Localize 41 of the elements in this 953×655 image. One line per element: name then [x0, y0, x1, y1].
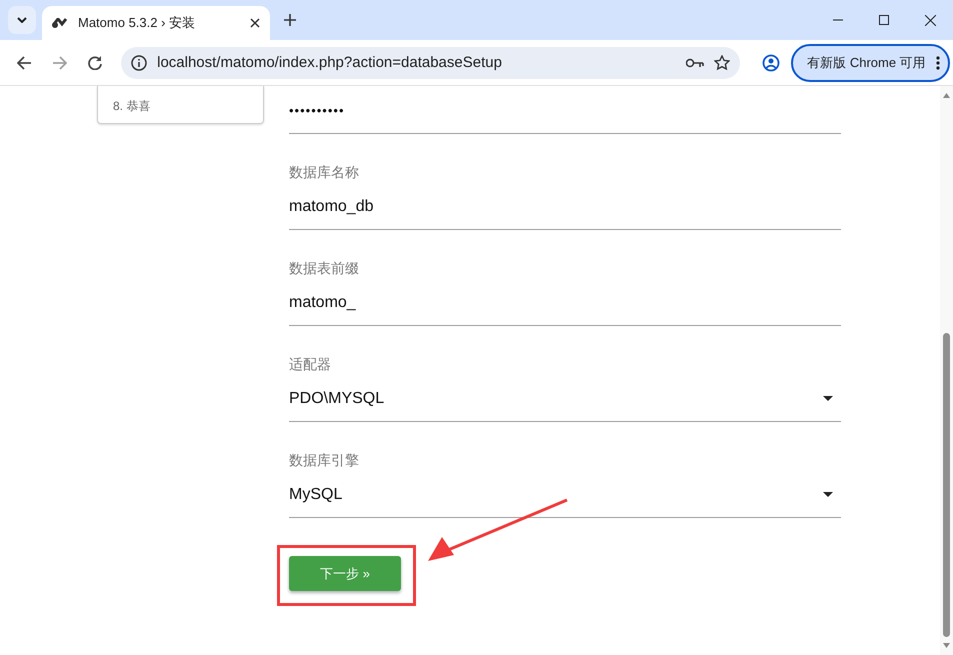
- maximize-icon[interactable]: [879, 15, 889, 25]
- field-value: matomo_db: [289, 198, 374, 216]
- caret-icon: [823, 396, 833, 401]
- plus-icon: [284, 14, 296, 26]
- step-item[interactable]: 8. 恭喜: [113, 99, 150, 113]
- browser-tab[interactable]: Matomo 5.3.2 › 安装: [42, 6, 270, 40]
- field-label: 数据库引擎: [289, 451, 360, 470]
- tab-title: Matomo 5.3.2 › 安装: [78, 14, 196, 32]
- address-bar[interactable]: localhost/matomo/index.php?action=databaseSetup: [121, 46, 740, 78]
- select-field[interactable]: 数据库引擎 MySQL: [289, 422, 841, 518]
- star-icon[interactable]: [714, 54, 730, 70]
- reload-icon[interactable]: [88, 56, 102, 70]
- field-value: PDO\MYSQL: [289, 390, 384, 408]
- field-label: 数据库名称: [289, 163, 360, 182]
- field-value: matomo_: [289, 294, 356, 312]
- select-field[interactable]: 适配器 PDO\MYSQL: [289, 326, 841, 422]
- field-label: 适配器: [289, 355, 332, 374]
- scrollbar[interactable]: [940, 86, 953, 655]
- update-chrome-button[interactable]: 有新版 Chrome 可用: [791, 44, 950, 82]
- scroll-up-icon[interactable]: [943, 93, 950, 98]
- scroll-thumb[interactable]: [943, 333, 950, 637]
- input-field[interactable]: 数据表前缀 matomo_: [289, 230, 841, 326]
- info-icon: [131, 54, 148, 70]
- field-value: ••••••••••: [289, 103, 345, 118]
- input-field[interactable]: 数据库名称 matomo_db: [289, 134, 841, 230]
- field-value: MySQL: [289, 486, 342, 504]
- chevron-down-icon: [17, 17, 27, 23]
- tab-list-button[interactable]: [8, 6, 36, 34]
- more-icon: [936, 56, 940, 70]
- caret-icon: [823, 492, 833, 497]
- url-text: localhost/matomo/index.php?action=databaseSetup: [157, 54, 503, 71]
- close-icon[interactable]: [250, 18, 260, 28]
- field-label: 数据表前缀: [289, 259, 360, 278]
- forward-icon[interactable]: [52, 56, 67, 70]
- profile-icon[interactable]: [762, 54, 780, 72]
- logo-icon: [52, 18, 68, 28]
- back-icon[interactable]: [16, 56, 31, 70]
- key-icon[interactable]: [686, 58, 704, 68]
- close-icon[interactable]: [924, 14, 936, 26]
- scroll-down-icon[interactable]: [943, 643, 950, 648]
- input-field[interactable]: ••••••••••: [289, 86, 841, 134]
